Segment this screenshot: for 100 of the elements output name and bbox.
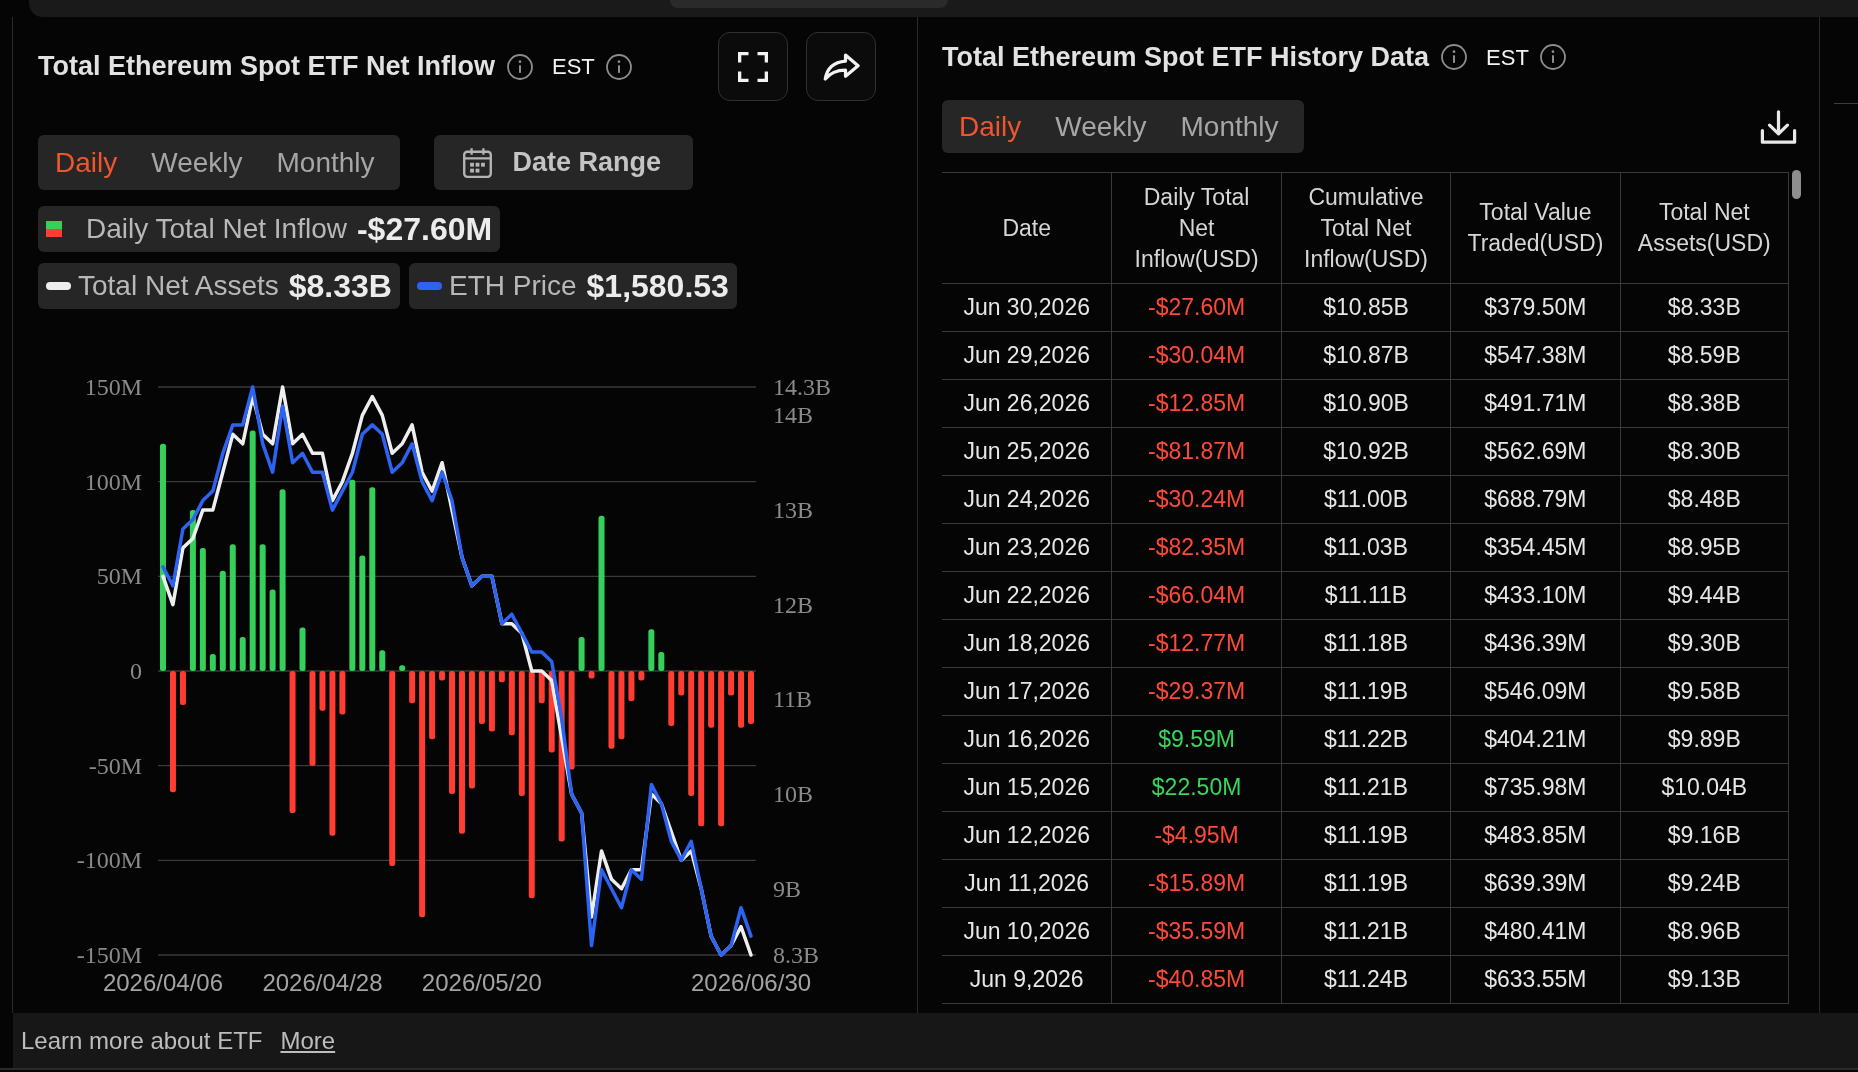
- table-cell-text: Jun 24,2026: [962, 485, 1091, 515]
- table-cell: $10.87B: [1280, 332, 1451, 379]
- axis-label: -150M: [76, 942, 142, 968]
- table-cell: -$81.87M: [1111, 428, 1281, 475]
- table-cell: $8.48B: [1619, 476, 1789, 523]
- column-header[interactable]: Daily Total Net Inflow(USD): [1111, 173, 1281, 283]
- period-tab[interactable]: Monthly: [259, 135, 392, 190]
- table-cell: $11.19B: [1280, 668, 1451, 715]
- table-cell: $22.50M: [1111, 764, 1281, 811]
- table-cell: $404.21M: [1450, 716, 1620, 763]
- table-cell: $9.24B: [1619, 860, 1789, 907]
- calendar-icon: [461, 147, 493, 178]
- table-cell: -$15.89M: [1111, 860, 1281, 907]
- legend-label: Daily Total Net Inflow: [86, 212, 347, 246]
- table-cell: $639.39M: [1450, 860, 1620, 907]
- table-cell: $9.58B: [1619, 668, 1789, 715]
- axis-label: 10B: [773, 781, 813, 808]
- table-cell-text: Jun 9,2026: [968, 965, 1085, 995]
- table-cell: $10.85B: [1280, 284, 1451, 331]
- fullscreen-button[interactable]: [718, 32, 788, 101]
- legend-value: -$27.60M: [356, 210, 493, 249]
- table-cell: $10.92B: [1280, 428, 1451, 475]
- panel-title: Total Ethereum Spot ETF History Data: [942, 40, 1430, 74]
- table-cell: $491.71M: [1450, 380, 1620, 427]
- table-cell: $483.85M: [1450, 812, 1620, 859]
- table-cell-text: Jun 11,2026: [963, 869, 1091, 899]
- download-button[interactable]: [1760, 109, 1797, 144]
- table-cell: $547.38M: [1450, 332, 1620, 379]
- table-cell: $9.30B: [1619, 620, 1789, 667]
- table-cell: $11.21B: [1280, 764, 1451, 811]
- table-cell-text: Jun 12,2026: [962, 821, 1091, 851]
- date-range-button[interactable]: Date Range: [433, 135, 694, 190]
- period-tab[interactable]: Weekly: [1038, 100, 1164, 153]
- table-cell: $11.22B: [1280, 716, 1451, 763]
- period-tab[interactable]: Daily: [942, 100, 1039, 153]
- scrollbar-thumb[interactable]: [1792, 170, 1801, 199]
- axis-label: 100M: [84, 468, 142, 495]
- table-cell-text: Jun 22,2026: [962, 581, 1091, 611]
- period-tab[interactable]: Weekly: [134, 135, 260, 190]
- table-cell: $433.10M: [1450, 572, 1620, 619]
- info-icon[interactable]: [507, 53, 533, 80]
- legend-label: ETH Price: [448, 269, 577, 303]
- table-cell: $546.09M: [1450, 668, 1620, 715]
- table-cell: $436.39M: [1450, 620, 1620, 667]
- column-header[interactable]: Cumulative Total Net Inflow(USD): [1280, 173, 1451, 283]
- info-icon[interactable]: [605, 53, 632, 80]
- table-cell: -$30.24M: [1111, 476, 1281, 523]
- timezone-label: EST: [552, 53, 595, 81]
- table-cell: $8.95B: [1619, 524, 1789, 571]
- table-cell-text: Jun 16,2026: [962, 725, 1091, 755]
- table-cell: $354.45M: [1450, 524, 1620, 571]
- axis-label: 13B: [773, 497, 813, 524]
- table-cell: $562.69M: [1450, 428, 1620, 475]
- column-header[interactable]: Total Value Traded(USD): [1450, 173, 1620, 283]
- period-tab[interactable]: Monthly: [1163, 100, 1296, 153]
- axis-label: 2026/04/06: [102, 968, 224, 996]
- column-header[interactable]: Date: [942, 173, 1112, 283]
- legend-label: Total Net Assets: [78, 269, 279, 303]
- table-cell: $9.13B: [1619, 956, 1789, 1003]
- table-cell: $735.98M: [1450, 764, 1620, 811]
- axis-label: 50M: [96, 563, 142, 590]
- legend-value: $1,580.53: [586, 267, 729, 306]
- table-cell-text: Jun 26,2026: [962, 389, 1091, 419]
- table-cell: $633.55M: [1450, 956, 1620, 1003]
- table-cell: $11.03B: [1280, 524, 1451, 571]
- table-cell-text: Jun 15,2026: [962, 773, 1091, 803]
- table-cell: -$4.95M: [1111, 812, 1281, 859]
- share-button[interactable]: [806, 32, 876, 101]
- table-cell: $8.96B: [1619, 908, 1789, 955]
- table-cell: $8.59B: [1619, 332, 1789, 379]
- table-cell: $11.24B: [1280, 956, 1451, 1003]
- table-cell-text: Jun 17,2026: [962, 677, 1091, 707]
- table-cell-text: Jun 23,2026: [962, 533, 1091, 563]
- table-cell: $480.41M: [1450, 908, 1620, 955]
- download-icon: [1760, 109, 1797, 144]
- period-tab[interactable]: Daily: [38, 135, 135, 190]
- axis-label: 0: [130, 658, 142, 684]
- axis-label: 2026/06/30: [690, 968, 812, 996]
- table-cell-text: Jun 18,2026: [962, 629, 1091, 659]
- legend-value: $8.33B: [288, 267, 392, 306]
- table-cell: $11.19B: [1280, 812, 1451, 859]
- share-arrow-icon: [822, 52, 860, 81]
- table-cell: $8.38B: [1619, 380, 1789, 427]
- info-icon[interactable]: [1441, 44, 1468, 70]
- more-link[interactable]: More: [280, 1022, 336, 1059]
- axis-label: 11B: [773, 686, 813, 713]
- axis-label: -50M: [88, 752, 142, 779]
- table-cell: $10.90B: [1280, 380, 1451, 427]
- table-cell: $11.18B: [1280, 620, 1451, 667]
- table-cell: -$27.60M: [1111, 284, 1281, 331]
- table-cell: $379.50M: [1450, 284, 1620, 331]
- axis-label: 150M: [84, 374, 142, 400]
- table-cell: -$40.85M: [1111, 956, 1281, 1003]
- table-cell: -$35.59M: [1111, 908, 1281, 955]
- column-header[interactable]: Total Net Assets(USD): [1619, 173, 1789, 283]
- info-icon[interactable]: [1539, 44, 1566, 70]
- axis-label: 2026/04/28: [262, 968, 383, 996]
- table-cell-text: Jun 29,2026: [962, 341, 1091, 371]
- table-cell: -$82.35M: [1111, 524, 1281, 571]
- table-cell-text: Jun 30,2026: [962, 293, 1091, 323]
